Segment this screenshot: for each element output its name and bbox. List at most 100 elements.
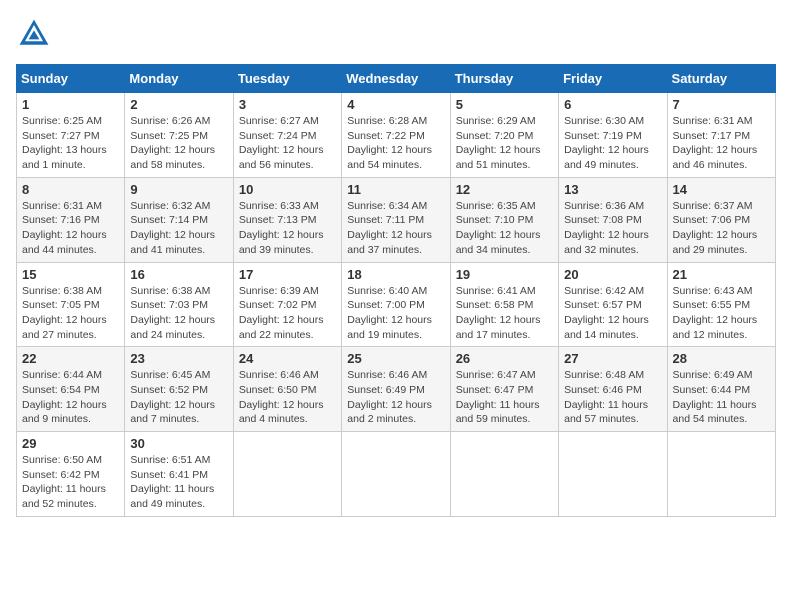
calendar-cell: 23 Sunrise: 6:45 AMSunset: 6:52 PMDaylig… xyxy=(125,347,233,432)
day-info: Sunrise: 6:34 AMSunset: 7:11 PMDaylight:… xyxy=(347,199,444,258)
logo-icon xyxy=(16,16,52,52)
calendar-cell: 19 Sunrise: 6:41 AMSunset: 6:58 PMDaylig… xyxy=(450,262,558,347)
calendar-cell: 3 Sunrise: 6:27 AMSunset: 7:24 PMDayligh… xyxy=(233,93,341,178)
day-info: Sunrise: 6:41 AMSunset: 6:58 PMDaylight:… xyxy=(456,284,553,343)
calendar-cell: 25 Sunrise: 6:46 AMSunset: 6:49 PMDaylig… xyxy=(342,347,450,432)
day-number: 6 xyxy=(564,97,661,112)
day-info: Sunrise: 6:30 AMSunset: 7:19 PMDaylight:… xyxy=(564,114,661,173)
weekday-header-wednesday: Wednesday xyxy=(342,65,450,93)
calendar-cell: 21 Sunrise: 6:43 AMSunset: 6:55 PMDaylig… xyxy=(667,262,775,347)
day-number: 30 xyxy=(130,436,227,451)
calendar-cell: 9 Sunrise: 6:32 AMSunset: 7:14 PMDayligh… xyxy=(125,177,233,262)
day-number: 26 xyxy=(456,351,553,366)
day-number: 25 xyxy=(347,351,444,366)
weekday-header-monday: Monday xyxy=(125,65,233,93)
day-info: Sunrise: 6:26 AMSunset: 7:25 PMDaylight:… xyxy=(130,114,227,173)
day-number: 29 xyxy=(22,436,119,451)
day-info: Sunrise: 6:43 AMSunset: 6:55 PMDaylight:… xyxy=(673,284,770,343)
calendar-cell: 12 Sunrise: 6:35 AMSunset: 7:10 PMDaylig… xyxy=(450,177,558,262)
day-info: Sunrise: 6:38 AMSunset: 7:05 PMDaylight:… xyxy=(22,284,119,343)
day-info: Sunrise: 6:37 AMSunset: 7:06 PMDaylight:… xyxy=(673,199,770,258)
calendar-cell: 13 Sunrise: 6:36 AMSunset: 7:08 PMDaylig… xyxy=(559,177,667,262)
day-number: 12 xyxy=(456,182,553,197)
day-info: Sunrise: 6:50 AMSunset: 6:42 PMDaylight:… xyxy=(22,453,119,512)
day-info: Sunrise: 6:38 AMSunset: 7:03 PMDaylight:… xyxy=(130,284,227,343)
calendar-cell: 27 Sunrise: 6:48 AMSunset: 6:46 PMDaylig… xyxy=(559,347,667,432)
day-number: 8 xyxy=(22,182,119,197)
day-number: 14 xyxy=(673,182,770,197)
day-info: Sunrise: 6:45 AMSunset: 6:52 PMDaylight:… xyxy=(130,368,227,427)
day-info: Sunrise: 6:29 AMSunset: 7:20 PMDaylight:… xyxy=(456,114,553,173)
day-info: Sunrise: 6:40 AMSunset: 7:00 PMDaylight:… xyxy=(347,284,444,343)
day-info: Sunrise: 6:35 AMSunset: 7:10 PMDaylight:… xyxy=(456,199,553,258)
day-number: 2 xyxy=(130,97,227,112)
day-number: 20 xyxy=(564,267,661,282)
day-info: Sunrise: 6:51 AMSunset: 6:41 PMDaylight:… xyxy=(130,453,227,512)
day-number: 24 xyxy=(239,351,336,366)
day-number: 27 xyxy=(564,351,661,366)
day-number: 9 xyxy=(130,182,227,197)
calendar-cell: 18 Sunrise: 6:40 AMSunset: 7:00 PMDaylig… xyxy=(342,262,450,347)
calendar-cell xyxy=(342,432,450,517)
calendar-cell: 8 Sunrise: 6:31 AMSunset: 7:16 PMDayligh… xyxy=(17,177,125,262)
calendar-cell: 6 Sunrise: 6:30 AMSunset: 7:19 PMDayligh… xyxy=(559,93,667,178)
calendar-cell: 10 Sunrise: 6:33 AMSunset: 7:13 PMDaylig… xyxy=(233,177,341,262)
calendar-cell: 4 Sunrise: 6:28 AMSunset: 7:22 PMDayligh… xyxy=(342,93,450,178)
day-info: Sunrise: 6:31 AMSunset: 7:17 PMDaylight:… xyxy=(673,114,770,173)
day-info: Sunrise: 6:48 AMSunset: 6:46 PMDaylight:… xyxy=(564,368,661,427)
day-info: Sunrise: 6:46 AMSunset: 6:50 PMDaylight:… xyxy=(239,368,336,427)
day-info: Sunrise: 6:47 AMSunset: 6:47 PMDaylight:… xyxy=(456,368,553,427)
day-number: 16 xyxy=(130,267,227,282)
calendar-cell: 26 Sunrise: 6:47 AMSunset: 6:47 PMDaylig… xyxy=(450,347,558,432)
calendar-cell: 24 Sunrise: 6:46 AMSunset: 6:50 PMDaylig… xyxy=(233,347,341,432)
calendar-cell xyxy=(559,432,667,517)
day-number: 23 xyxy=(130,351,227,366)
day-number: 17 xyxy=(239,267,336,282)
day-number: 1 xyxy=(22,97,119,112)
day-info: Sunrise: 6:33 AMSunset: 7:13 PMDaylight:… xyxy=(239,199,336,258)
day-info: Sunrise: 6:28 AMSunset: 7:22 PMDaylight:… xyxy=(347,114,444,173)
calendar-week-row: 8 Sunrise: 6:31 AMSunset: 7:16 PMDayligh… xyxy=(17,177,776,262)
calendar-cell xyxy=(233,432,341,517)
day-info: Sunrise: 6:36 AMSunset: 7:08 PMDaylight:… xyxy=(564,199,661,258)
calendar-cell: 7 Sunrise: 6:31 AMSunset: 7:17 PMDayligh… xyxy=(667,93,775,178)
calendar-cell: 1 Sunrise: 6:25 AMSunset: 7:27 PMDayligh… xyxy=(17,93,125,178)
weekday-header-sunday: Sunday xyxy=(17,65,125,93)
day-number: 15 xyxy=(22,267,119,282)
weekday-header-thursday: Thursday xyxy=(450,65,558,93)
day-info: Sunrise: 6:42 AMSunset: 6:57 PMDaylight:… xyxy=(564,284,661,343)
day-number: 11 xyxy=(347,182,444,197)
calendar-cell: 14 Sunrise: 6:37 AMSunset: 7:06 PMDaylig… xyxy=(667,177,775,262)
day-info: Sunrise: 6:27 AMSunset: 7:24 PMDaylight:… xyxy=(239,114,336,173)
day-info: Sunrise: 6:44 AMSunset: 6:54 PMDaylight:… xyxy=(22,368,119,427)
calendar-cell: 22 Sunrise: 6:44 AMSunset: 6:54 PMDaylig… xyxy=(17,347,125,432)
day-number: 4 xyxy=(347,97,444,112)
calendar-week-row: 15 Sunrise: 6:38 AMSunset: 7:05 PMDaylig… xyxy=(17,262,776,347)
logo xyxy=(16,16,56,52)
calendar-week-row: 22 Sunrise: 6:44 AMSunset: 6:54 PMDaylig… xyxy=(17,347,776,432)
day-info: Sunrise: 6:32 AMSunset: 7:14 PMDaylight:… xyxy=(130,199,227,258)
day-info: Sunrise: 6:46 AMSunset: 6:49 PMDaylight:… xyxy=(347,368,444,427)
calendar-cell xyxy=(450,432,558,517)
weekday-header-tuesday: Tuesday xyxy=(233,65,341,93)
day-number: 10 xyxy=(239,182,336,197)
day-number: 3 xyxy=(239,97,336,112)
calendar-cell: 16 Sunrise: 6:38 AMSunset: 7:03 PMDaylig… xyxy=(125,262,233,347)
day-number: 13 xyxy=(564,182,661,197)
calendar-table: SundayMondayTuesdayWednesdayThursdayFrid… xyxy=(16,64,776,517)
day-number: 19 xyxy=(456,267,553,282)
calendar-cell: 17 Sunrise: 6:39 AMSunset: 7:02 PMDaylig… xyxy=(233,262,341,347)
calendar-cell xyxy=(667,432,775,517)
calendar-header-row: SundayMondayTuesdayWednesdayThursdayFrid… xyxy=(17,65,776,93)
day-info: Sunrise: 6:39 AMSunset: 7:02 PMDaylight:… xyxy=(239,284,336,343)
calendar-cell: 29 Sunrise: 6:50 AMSunset: 6:42 PMDaylig… xyxy=(17,432,125,517)
day-info: Sunrise: 6:31 AMSunset: 7:16 PMDaylight:… xyxy=(22,199,119,258)
calendar-cell: 15 Sunrise: 6:38 AMSunset: 7:05 PMDaylig… xyxy=(17,262,125,347)
calendar-cell: 5 Sunrise: 6:29 AMSunset: 7:20 PMDayligh… xyxy=(450,93,558,178)
day-info: Sunrise: 6:49 AMSunset: 6:44 PMDaylight:… xyxy=(673,368,770,427)
day-number: 7 xyxy=(673,97,770,112)
day-info: Sunrise: 6:25 AMSunset: 7:27 PMDaylight:… xyxy=(22,114,119,173)
calendar-week-row: 29 Sunrise: 6:50 AMSunset: 6:42 PMDaylig… xyxy=(17,432,776,517)
weekday-header-friday: Friday xyxy=(559,65,667,93)
day-number: 21 xyxy=(673,267,770,282)
